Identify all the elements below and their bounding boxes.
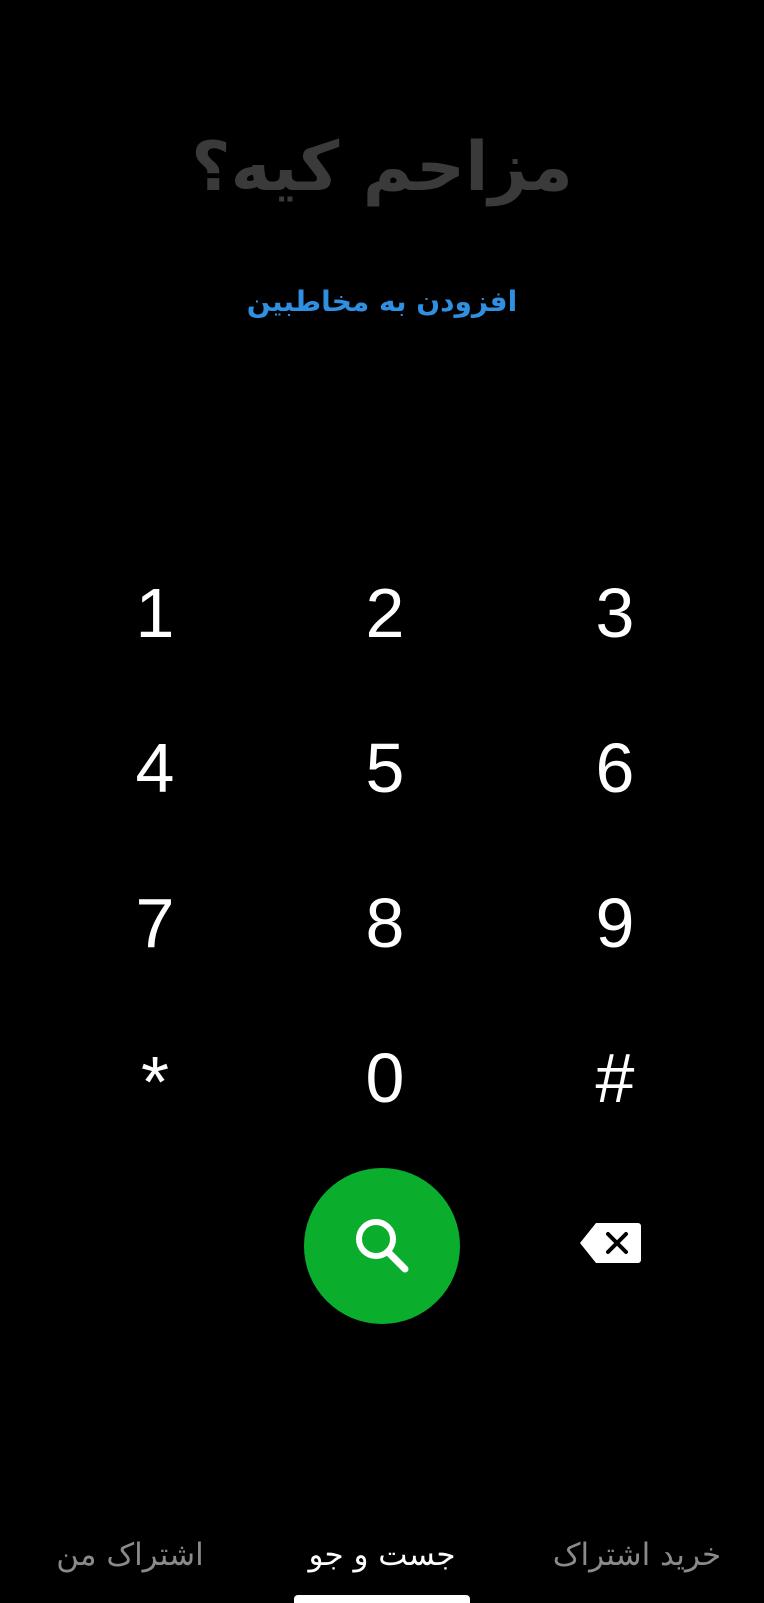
tab-my-subscription[interactable]: اشتراک من — [30, 1525, 230, 1585]
search-icon — [356, 1219, 409, 1273]
key-6[interactable]: 6 — [500, 690, 730, 845]
search-button[interactable] — [304, 1168, 460, 1324]
key-2[interactable]: 2 — [270, 535, 500, 690]
add-to-contacts-link[interactable]: افزودن به مخاطبین — [0, 278, 764, 326]
backspace-icon — [580, 1223, 641, 1263]
key-0[interactable]: 0 — [270, 1000, 500, 1155]
bottom-navigation: اشتراک من جست و جو خرید اشتراک — [0, 1525, 764, 1603]
key-8[interactable]: 8 — [270, 845, 500, 1000]
key-1[interactable]: 1 — [40, 535, 270, 690]
active-tab-indicator — [294, 1595, 470, 1603]
key-star[interactable]: * — [40, 1000, 270, 1155]
tab-search[interactable]: جست و جو — [282, 1525, 482, 1585]
key-4[interactable]: 4 — [40, 690, 270, 845]
key-9[interactable]: 9 — [500, 845, 730, 1000]
dial-keypad: 1 2 3 4 5 6 7 8 9 * 0 # — [40, 535, 730, 1155]
backspace-button[interactable] — [578, 1218, 644, 1268]
key-hash[interactable]: # — [500, 1000, 730, 1155]
key-3[interactable]: 3 — [500, 535, 730, 690]
tab-buy-subscription[interactable]: خرید اشتراک — [532, 1525, 742, 1585]
page-title: مزاحم کیه؟ — [191, 128, 573, 207]
key-7[interactable]: 7 — [40, 845, 270, 1000]
key-5[interactable]: 5 — [270, 690, 500, 845]
